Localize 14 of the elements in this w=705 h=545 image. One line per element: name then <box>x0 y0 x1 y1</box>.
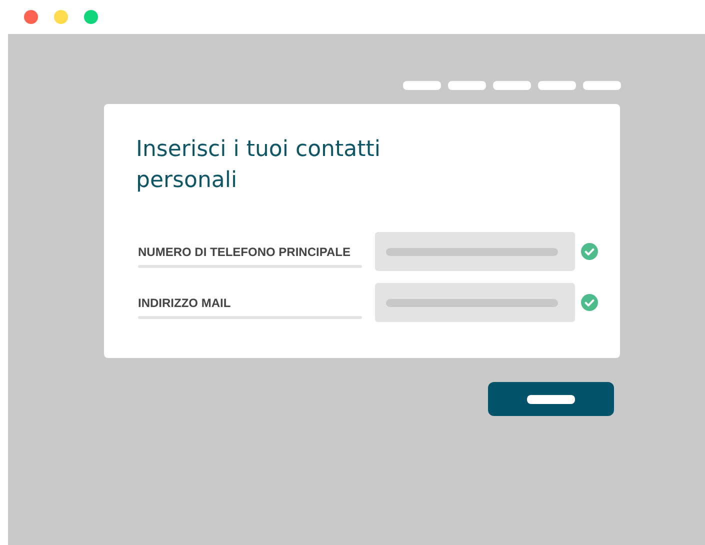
nav-item[interactable] <box>583 81 621 90</box>
close-button[interactable] <box>24 10 38 24</box>
form-title: Inserisci i tuoi contatti personali <box>136 136 382 195</box>
nav-item[interactable] <box>448 81 486 90</box>
minimize-button[interactable] <box>54 10 68 24</box>
field-label: INDIRIZZO MAIL <box>138 296 232 310</box>
input-field[interactable] <box>375 283 575 322</box>
nav-item[interactable] <box>403 81 441 90</box>
nav-item[interactable] <box>493 81 531 90</box>
maximize-button[interactable] <box>84 10 98 24</box>
input-field[interactable] <box>375 232 575 271</box>
submit-button[interactable] <box>488 382 614 416</box>
nav-item[interactable] <box>538 81 576 90</box>
field-label: NUMERO DI TELEFONO PRINCIPALE <box>138 245 352 259</box>
